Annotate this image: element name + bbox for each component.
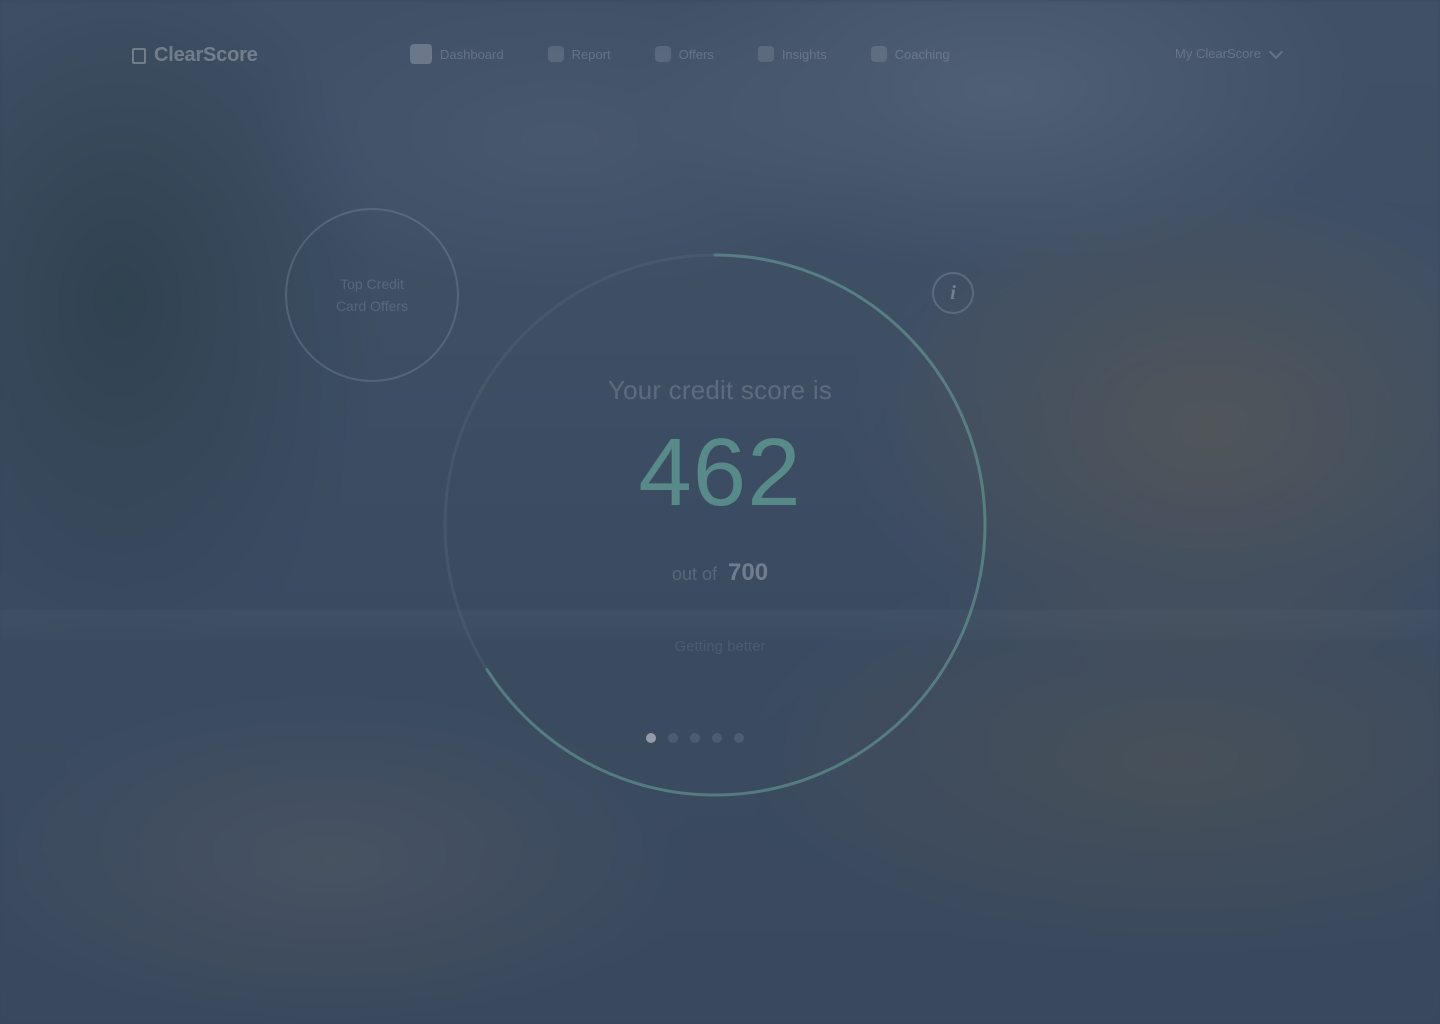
carousel-dot[interactable]	[734, 733, 744, 743]
account-label: My ClearScore	[1175, 46, 1261, 61]
nav-item-dashboard[interactable]: Dashboard	[410, 44, 504, 64]
offers-line-2: Card Offers	[335, 298, 409, 314]
nav-item-coaching[interactable]: Coaching	[870, 46, 950, 62]
nav-item-label: Coaching	[894, 46, 950, 62]
logo-mark-icon	[132, 47, 146, 64]
score-value: 462	[638, 419, 802, 526]
top-header: ClearScore Dashboard Report Offers Insig…	[0, 0, 1440, 110]
home-icon	[410, 44, 432, 64]
chevron-down-icon	[1268, 44, 1284, 59]
nav-item-label: Report	[571, 46, 611, 62]
account-menu[interactable]: My ClearScore	[1175, 44, 1284, 61]
score-trend-text: Getting better	[674, 638, 766, 655]
nav-item-label: Dashboard	[440, 46, 504, 62]
nav-item-offers[interactable]: Offers	[654, 46, 714, 62]
carousel-dot[interactable]	[690, 733, 700, 743]
offers-icon	[654, 46, 671, 62]
brand-logo[interactable]: ClearScore	[132, 44, 258, 67]
nav-item-label: Offers	[678, 46, 714, 62]
score-out-of: out of 700	[0, 559, 1440, 587]
score-max-value: 700	[728, 559, 769, 586]
report-icon	[547, 46, 564, 62]
nav-item-report[interactable]: Report	[547, 46, 611, 62]
carousel-dot[interactable]	[646, 733, 656, 743]
coaching-icon	[870, 46, 887, 62]
dashboard-screen: ClearScore Dashboard Report Offers Insig…	[0, 0, 1440, 1024]
brand-name: ClearScore	[154, 44, 258, 66]
score-label: Your credit score is	[607, 375, 833, 405]
carousel-dot[interactable]	[712, 733, 722, 743]
carousel-dot[interactable]	[668, 733, 678, 743]
offers-line-1: Top Credit	[340, 276, 404, 292]
offers-circle-button[interactable]: Top Credit Card Offers	[285, 208, 459, 382]
carousel-dots	[646, 733, 744, 743]
nav-item-insights[interactable]: Insights	[757, 46, 827, 62]
main-nav: Dashboard Report Offers Insights Coachin…	[410, 44, 950, 64]
insights-icon	[757, 46, 774, 62]
nav-item-label: Insights	[781, 46, 827, 62]
score-out-of-prefix: out of	[671, 564, 717, 584]
